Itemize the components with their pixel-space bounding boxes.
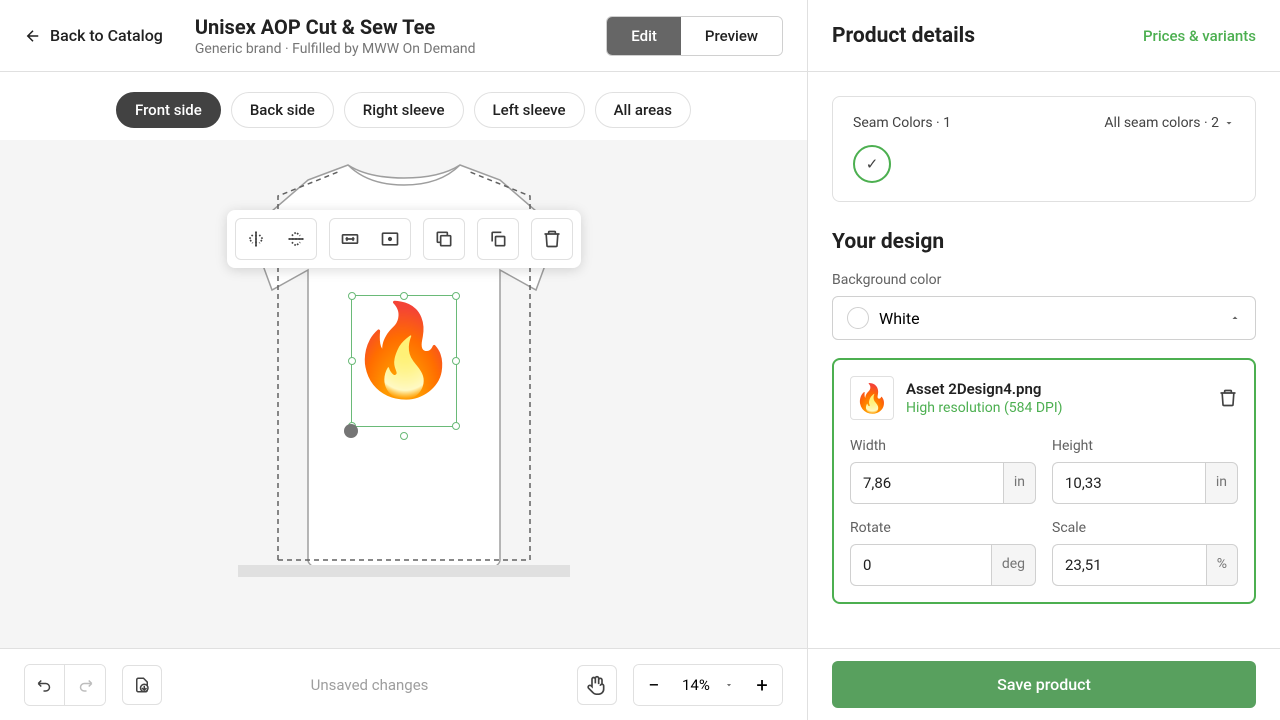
width-unit: in — [1003, 462, 1036, 504]
width-input[interactable] — [850, 462, 1003, 504]
details-panel: Product details Prices & variants Seam C… — [808, 0, 1280, 720]
trash-icon — [542, 229, 562, 249]
fit-all-icon — [380, 229, 400, 249]
flip-horizontal-icon — [246, 229, 266, 249]
back-to-catalog[interactable]: Back to Catalog — [24, 26, 163, 45]
seam-color-white[interactable] — [853, 145, 891, 183]
prices-variants-link[interactable]: Prices & variants — [1143, 27, 1256, 45]
asset-dpi: High resolution (584 DPI) — [906, 400, 1206, 416]
height-label: Height — [1052, 438, 1238, 454]
arrow-left-icon — [24, 27, 42, 45]
zoom-controls: − 14% + — [633, 664, 783, 706]
resize-handle-ml[interactable] — [348, 357, 356, 365]
duplicate-button[interactable] — [426, 221, 462, 257]
download-template-button[interactable] — [122, 665, 162, 705]
rotate-label: Rotate — [850, 520, 1036, 536]
bg-swatch-white — [847, 307, 869, 329]
download-icon — [133, 676, 151, 694]
flip-vertical-icon — [286, 229, 306, 249]
seam-colors-label: Seam Colors · 1 — [853, 115, 951, 131]
zoom-out-button[interactable]: − — [634, 665, 674, 705]
scale-input[interactable] — [1052, 544, 1206, 586]
height-input[interactable] — [1052, 462, 1205, 504]
flip-vertical-button[interactable] — [278, 221, 314, 257]
your-design-title: Your design — [832, 230, 1256, 254]
zoom-in-button[interactable]: + — [742, 665, 782, 705]
pan-button[interactable] — [577, 665, 617, 705]
tab-left-sleeve[interactable]: Left sleeve — [474, 92, 585, 128]
save-status: Unsaved changes — [178, 676, 561, 694]
resize-handle-bm[interactable] — [400, 432, 408, 440]
canvas-area[interactable]: 🔥 — [0, 140, 807, 648]
width-label: Width — [850, 438, 1036, 454]
undo-icon — [36, 676, 54, 694]
seam-dropdown-label: All seam colors · 2 — [1104, 115, 1219, 131]
duplicate-icon — [434, 229, 454, 249]
design-image[interactable]: 🔥 — [347, 306, 459, 396]
scale-label: Scale — [1052, 520, 1238, 536]
fit-width-button[interactable] — [332, 221, 368, 257]
design-selection-box[interactable]: 🔥 — [351, 295, 457, 427]
bottom-bar: Unsaved changes − 14% + — [0, 648, 807, 720]
seam-colors-card: Seam Colors · 1 All seam colors · 2 — [832, 96, 1256, 202]
details-body: Seam Colors · 1 All seam colors · 2 Your… — [808, 72, 1280, 648]
product-subtitle: Generic brand · Fulfilled by MWW On Dema… — [195, 41, 590, 57]
zoom-value: 14% — [682, 676, 710, 694]
resize-handle-tl[interactable] — [348, 292, 356, 300]
edit-preview-toggle: Edit Preview — [606, 16, 783, 56]
resize-handle-tr[interactable] — [452, 292, 460, 300]
rotate-handle[interactable] — [344, 424, 358, 438]
details-header: Product details Prices & variants — [808, 0, 1280, 72]
rotate-unit: deg — [991, 544, 1036, 586]
delete-asset-button[interactable] — [1218, 388, 1238, 408]
zoom-select[interactable]: 14% — [674, 676, 742, 694]
print-area-tabs: Front side Back side Right sleeve Left s… — [0, 72, 807, 140]
resize-handle-mr[interactable] — [452, 357, 460, 365]
redo-button[interactable] — [65, 665, 105, 705]
copy-button[interactable] — [480, 221, 516, 257]
trash-icon — [1218, 388, 1238, 408]
bg-color-select[interactable]: White — [832, 296, 1256, 340]
resize-handle-br[interactable] — [452, 422, 460, 430]
tab-front-side[interactable]: Front side — [116, 92, 221, 128]
details-title: Product details — [832, 24, 975, 48]
edit-toggle[interactable]: Edit — [607, 17, 681, 55]
editor-panel: Back to Catalog Unisex AOP Cut & Sew Tee… — [0, 0, 808, 720]
fit-all-button[interactable] — [372, 221, 408, 257]
redo-icon — [76, 676, 94, 694]
scale-unit: % — [1206, 544, 1238, 586]
chevron-down-icon — [724, 680, 734, 690]
preview-toggle[interactable]: Preview — [681, 17, 782, 55]
header-titles: Unisex AOP Cut & Sew Tee Generic brand ·… — [195, 15, 590, 57]
bg-color-value: White — [879, 309, 920, 328]
tab-all-areas[interactable]: All areas — [595, 92, 691, 128]
delete-button[interactable] — [534, 221, 570, 257]
copy-icon — [488, 229, 508, 249]
tab-right-sleeve[interactable]: Right sleeve — [344, 92, 464, 128]
header: Back to Catalog Unisex AOP Cut & Sew Tee… — [0, 0, 807, 72]
undo-button[interactable] — [25, 665, 65, 705]
asset-thumbnail: 🔥 — [850, 376, 894, 420]
save-product-button[interactable]: Save product — [832, 661, 1256, 708]
asset-filename: Asset 2Design4.png — [906, 380, 1206, 398]
height-unit: in — [1205, 462, 1238, 504]
seam-colors-dropdown[interactable]: All seam colors · 2 — [1104, 115, 1235, 131]
design-toolbar — [227, 210, 581, 268]
back-label: Back to Catalog — [50, 26, 163, 45]
hand-icon — [587, 675, 607, 695]
chevron-down-icon — [1223, 117, 1235, 129]
tab-back-side[interactable]: Back side — [231, 92, 334, 128]
resize-handle-tm[interactable] — [400, 292, 408, 300]
flip-horizontal-button[interactable] — [238, 221, 274, 257]
fit-width-icon — [340, 229, 360, 249]
bg-color-label: Background color — [832, 272, 1256, 288]
rotate-input[interactable] — [850, 544, 991, 586]
asset-card: 🔥 Asset 2Design4.png High resolution (58… — [832, 358, 1256, 604]
chevron-up-icon — [1229, 312, 1241, 324]
product-title: Unisex AOP Cut & Sew Tee — [195, 15, 590, 39]
details-footer: Save product — [808, 648, 1280, 720]
